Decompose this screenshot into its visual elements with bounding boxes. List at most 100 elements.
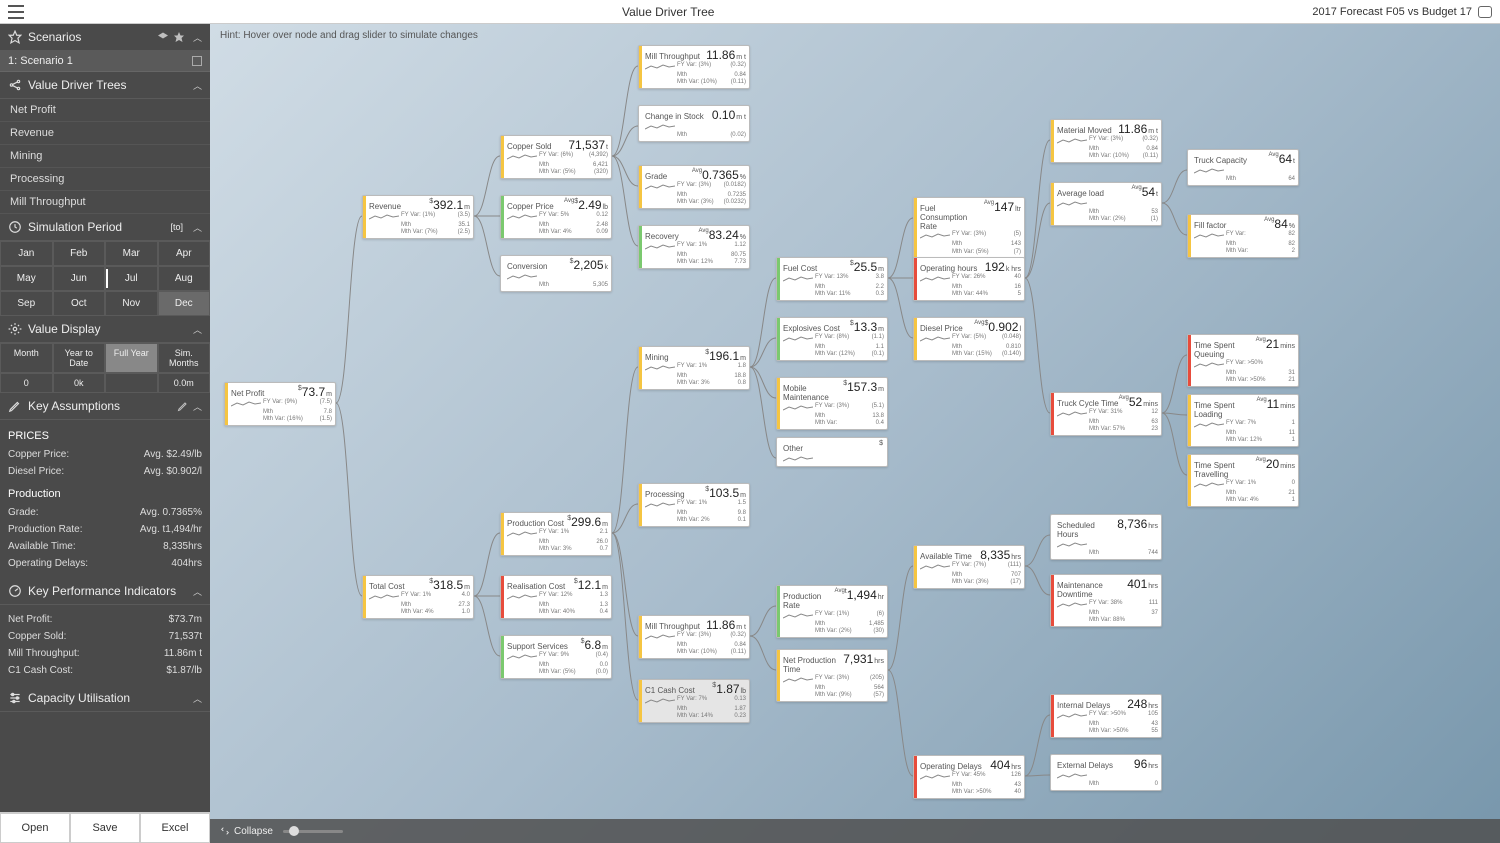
chevron-up-icon: ︿ — [193, 400, 202, 413]
tree-node[interactable]: Revenue$392.1mFY Var: (1%)(3.5)Mth35.1Mt… — [362, 195, 474, 239]
collapse-button[interactable]: Collapse — [220, 826, 273, 837]
display-value — [105, 373, 158, 393]
tree-node[interactable]: Other$ — [776, 437, 888, 467]
tree-node[interactable]: Production RateAvgt1,494hrFY Var: (1%)(6… — [776, 585, 888, 638]
month-cell[interactable]: Mar — [105, 241, 158, 266]
tree-node[interactable]: Net Profit$73.7mFY Var: (9%)(7.5)Mth7.8M… — [224, 382, 336, 426]
edit-icon[interactable] — [177, 400, 189, 412]
tree-node[interactable]: Time Spent LoadingAvg11minsFY Var: 7%1Mt… — [1187, 394, 1299, 447]
tree-node[interactable]: Support Services$6.8mFY Var: 9%(0.4)Mth0… — [500, 635, 612, 679]
month-cell[interactable]: Apr — [158, 241, 211, 266]
gear-icon — [8, 322, 22, 336]
month-cell[interactable]: Oct — [53, 291, 106, 316]
vdt-item[interactable]: Revenue — [0, 122, 210, 145]
month-cell[interactable]: Jun — [53, 266, 106, 291]
tree-node[interactable]: RecoveryAvg83.24%FY Var: 1%1.12Mth80.75M… — [638, 225, 750, 269]
tree-node[interactable]: Total Cost$318.5mFY Var: 1%4.0Mth27.3Mth… — [362, 575, 474, 619]
display-option[interactable]: Month — [0, 343, 53, 373]
tree-node[interactable]: Time Spent TravellingAvg20minsFY Var: 1%… — [1187, 454, 1299, 507]
tree-node[interactable]: Scheduled Hours8,736hrs Mth744 — [1050, 514, 1162, 560]
canvas[interactable]: Hint: Hover over node and drag slider to… — [210, 24, 1500, 843]
period-header[interactable]: Simulation Period [to] ︿ — [0, 214, 210, 241]
chevron-up-icon: ︿ — [193, 221, 202, 234]
layers-icon[interactable] — [157, 31, 169, 43]
tree-node[interactable]: Conversion$2,205k Mth5,305 — [500, 255, 612, 292]
month-cell[interactable]: Feb — [53, 241, 106, 266]
save-button[interactable]: Save — [70, 813, 140, 843]
tree-node[interactable]: Net Production Time7,931hrsFY Var: (3%)(… — [776, 649, 888, 702]
page-title: Value Driver Tree — [24, 5, 1312, 19]
scenario-item[interactable]: 1: Scenario 1 — [0, 51, 210, 72]
month-cell[interactable]: Sep — [0, 291, 53, 316]
tree-node[interactable]: Material Moved11.86m tFY Var: (3%)(0.32)… — [1050, 119, 1162, 163]
open-button[interactable]: Open — [0, 813, 70, 843]
tree-node[interactable]: Change in Stock0.10m t Mth(0.02) — [638, 105, 750, 142]
display-option[interactable]: Full Year — [105, 343, 158, 373]
star-fill-icon[interactable] — [173, 31, 185, 43]
tree-node[interactable]: Available Time8,335hrsFY Var: (7%)(111)M… — [913, 545, 1025, 589]
sidebar: Scenarios ︿ 1: Scenario 1 Value Driver T… — [0, 24, 210, 843]
vdt-item[interactable]: Processing — [0, 168, 210, 191]
tree-node[interactable]: Truck Cycle TimeAvg52minsFY Var: 31%12Mt… — [1050, 392, 1162, 436]
tree-node[interactable]: Copper Sold71,537tFY Var: (6%)(4,392)Mth… — [500, 135, 612, 179]
tree-node[interactable]: Average loadAvg54t Mth53Mth Var: (2%)(1) — [1050, 182, 1162, 226]
kv-row: Production Rate:Avg. t1,494/hr — [8, 521, 202, 538]
display-option[interactable]: Sim. Months — [158, 343, 211, 373]
tree-node[interactable]: Production Cost$299.6mFY Var: 1%2.1Mth26… — [500, 512, 612, 556]
tree-node[interactable]: Fill factorAvg84%FY Var: 82Mth82Mth Var:… — [1187, 214, 1299, 258]
month-cell[interactable]: May — [0, 266, 53, 291]
assumptions-header[interactable]: Key Assumptions ︿ — [0, 393, 210, 420]
vdt-item[interactable]: Mining — [0, 145, 210, 168]
tree-node[interactable]: Operating hours192k hrsFY Var: 26%40Mth1… — [913, 257, 1025, 301]
zoom-slider[interactable] — [283, 830, 343, 833]
comment-icon[interactable] — [1478, 6, 1492, 18]
hint-text: Hint: Hover over node and drag slider to… — [220, 30, 478, 41]
tree-node[interactable]: C1 Cash Cost$1.87lbFY Var: 7%0.13Mth1.87… — [638, 679, 750, 723]
month-cell[interactable]: Jan — [0, 241, 53, 266]
kv-row: Operating Delays:404hrs — [8, 555, 202, 572]
kv-row: Available Time:8,335hrs — [8, 538, 202, 555]
month-cell[interactable]: Nov — [105, 291, 158, 316]
tree-node[interactable]: Maintenance Downtime401hrsFY Var: 38%111… — [1050, 574, 1162, 627]
tree-node[interactable]: Mobile Maintenance$157.3mFY Var: (3%)(5.… — [776, 377, 888, 430]
tree-node[interactable]: External Delays96hrs Mth0 — [1050, 754, 1162, 791]
display-value: 0 — [0, 373, 53, 393]
kv-row: Diesel Price:Avg. $0.902/l — [8, 463, 202, 480]
vdt-header[interactable]: Value Driver Trees ︿ — [0, 72, 210, 99]
sliders-icon — [8, 691, 22, 705]
vdt-item[interactable]: Net Profit — [0, 99, 210, 122]
tree-node[interactable]: Truck CapacityAvg64t Mth64 — [1187, 149, 1299, 186]
tree-node[interactable]: Fuel Cost$25.5mFY Var: 13%3.8Mth2.2Mth V… — [776, 257, 888, 301]
tree-node[interactable]: Mill Throughput11.86m tFY Var: (3%)(0.32… — [638, 615, 750, 659]
vdt-item[interactable]: Mill Throughput — [0, 191, 210, 214]
capacity-header[interactable]: Capacity Utilisation ︿ — [0, 685, 210, 712]
month-cell[interactable]: Aug — [158, 266, 211, 291]
kv-row: Grade:Avg. 0.7365% — [8, 504, 202, 521]
tree-node[interactable]: Fuel Consumption RateAvg147ltrFY Var: (3… — [913, 197, 1025, 259]
tree-node[interactable]: Copper PriceAvg$2.49lbFY Var: 5%0.12Mth2… — [500, 195, 612, 239]
kpi-header[interactable]: Key Performance Indicators ︿ — [0, 578, 210, 605]
excel-button[interactable]: Excel — [140, 813, 210, 843]
month-cell[interactable]: Dec — [158, 291, 211, 316]
tree-node[interactable]: Operating Delays404hrsFY Var: 45%126Mth4… — [913, 755, 1025, 799]
tree-node[interactable]: Time Spent QueuingAvg21minsFY Var: >50%M… — [1187, 334, 1299, 387]
topbar: Value Driver Tree 2017 Forecast F05 vs B… — [0, 0, 1500, 24]
tree-node[interactable]: GradeAvg0.7365%FY Var: (3%)(0.0182)Mth0.… — [638, 165, 750, 209]
tree-node[interactable]: Realisation Cost$12.1mFY Var: 12%1.3Mth1… — [500, 575, 612, 619]
tree-node[interactable]: Diesel PriceAvg$0.902lFY Var: (5%)(0.048… — [913, 317, 1025, 361]
menu-icon[interactable] — [8, 5, 24, 19]
share-icon — [8, 78, 22, 92]
clock-icon — [8, 220, 22, 234]
tree-node[interactable]: Explosives Cost$13.3mFY Var: (8%)(1.1)Mt… — [776, 317, 888, 361]
bottombar: Collapse — [210, 819, 1500, 843]
scenarios-header[interactable]: Scenarios ︿ — [0, 24, 210, 51]
tree-node[interactable]: Processing$103.5mFY Var: 1%1.5Mth9.8Mth … — [638, 483, 750, 527]
tree-node[interactable]: Mill Throughput11.86m tFY Var: (3%)(0.32… — [638, 45, 750, 89]
display-option[interactable]: Year to Date — [53, 343, 106, 373]
tree-node[interactable]: Internal Delays248hrsFY Var: >50%105Mth4… — [1050, 694, 1162, 738]
tree-node[interactable]: Mining$196.1mFY Var: 1%1.8Mth18.8Mth Var… — [638, 346, 750, 390]
month-cell[interactable]: Jul — [105, 266, 158, 291]
display-header[interactable]: Value Display ︿ — [0, 316, 210, 343]
trash-icon[interactable] — [192, 56, 202, 66]
collapse-icon — [220, 826, 230, 836]
